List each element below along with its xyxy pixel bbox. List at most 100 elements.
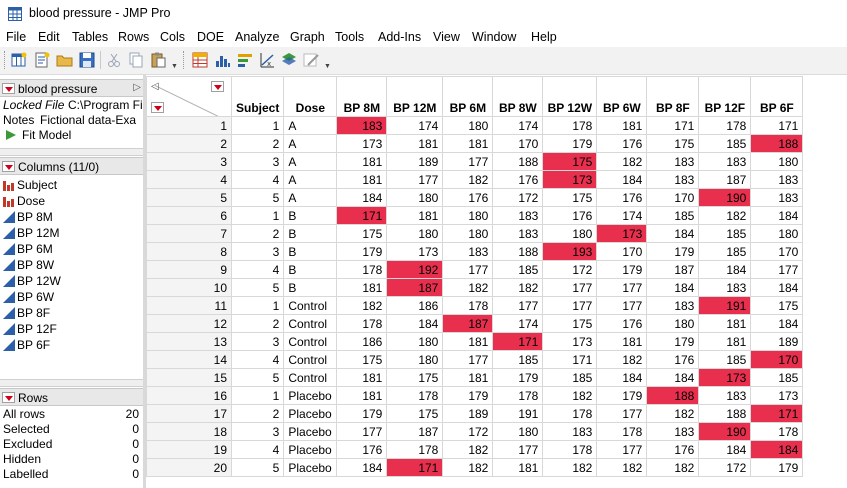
row-number[interactable]: 20 [146,458,232,477]
table-cell[interactable]: A [283,134,338,153]
table-cell[interactable]: 178 [750,422,804,441]
table-cell[interactable]: 178 [442,296,494,315]
table-cell[interactable]: 181 [596,332,648,351]
table-cell[interactable]: 170 [646,188,700,207]
table-cell[interactable]: 179 [750,458,804,477]
table-row[interactable]: 3 3 A 181 189 177 188 175 182 183 183 180 [146,152,804,171]
annotate-dropdown-icon[interactable]: ▼ [324,63,331,70]
table-cell[interactable]: 178 [698,116,752,135]
paste-icon[interactable] [149,51,167,69]
table-cell[interactable]: 180 [386,224,444,243]
table-row[interactable]: 10 5 B 181 187 182 182 177 177 184 183 184 [146,278,804,297]
row-number[interactable]: 5 [146,188,232,207]
cut-icon[interactable] [105,51,123,69]
row-number[interactable]: 9 [146,260,232,279]
table-row[interactable]: 4 4 A 181 177 182 176 173 184 183 187 183 [146,170,804,189]
table-cell[interactable]: Control [283,350,338,369]
menu-rows[interactable]: Rows [118,30,149,44]
table-cell[interactable]: 170 [492,134,544,153]
table-cell[interactable]: 176 [336,440,388,459]
row-number[interactable]: 16 [146,386,232,405]
table-cell[interactable]: 176 [492,170,544,189]
table-cell[interactable]: 181 [336,170,388,189]
grid-corner[interactable]: ◁ [146,76,232,117]
data-table-icon[interactable] [191,51,209,69]
table-cell[interactable]: 171 [542,350,598,369]
table-cell[interactable]: 176 [442,188,494,207]
panel-splitter[interactable] [0,148,143,156]
table-cell[interactable]: 175 [386,404,444,423]
table-cell[interactable]: 171 [386,458,444,477]
table-cell[interactable]: 186 [386,296,444,315]
table-cell[interactable]: 181 [336,386,388,405]
table-cell[interactable]: 185 [750,368,804,387]
save-icon[interactable] [78,51,96,69]
table-row[interactable]: 11 1 Control 182 186 178 177 177 177 183 191 175 [146,296,804,315]
table-cell[interactable]: 1 [230,386,285,405]
table-cell[interactable]: 177 [386,170,444,189]
table-cell[interactable]: A [283,152,338,171]
menu-view[interactable]: View [433,30,460,44]
table-cell[interactable]: 172 [442,422,494,441]
table-cell[interactable]: 173 [542,332,598,351]
table-cell[interactable]: A [283,170,338,189]
panel-splitter[interactable] [0,379,143,387]
table-cell[interactable]: 182 [442,170,494,189]
table-cell[interactable]: 175 [336,224,388,243]
column-header-dose[interactable]: Dose [283,76,338,117]
table-cell[interactable]: 175 [542,314,598,333]
table-cell[interactable]: 184 [646,368,700,387]
table-cell[interactable]: 189 [750,332,804,351]
row-number[interactable]: 18 [146,422,232,441]
table-cell[interactable]: 179 [336,404,388,423]
table-cell[interactable]: 183 [698,152,752,171]
table-cell[interactable]: 182 [442,440,494,459]
menu-cols[interactable]: Cols [160,30,185,44]
collapse-left-icon[interactable]: ◁ [151,81,159,92]
table-cell[interactable]: 175 [646,134,700,153]
table-cell[interactable]: 173 [386,242,444,261]
column-item[interactable]: BP 6W [0,290,143,306]
columns-red-triangle-icon[interactable] [2,161,15,172]
table-cell[interactable]: 184 [646,278,700,297]
table-cell[interactable]: 170 [750,350,804,369]
table-red-triangle-icon[interactable] [2,83,15,94]
table-cell[interactable]: 177 [596,440,648,459]
table-cell[interactable]: 182 [542,386,598,405]
table-cell[interactable]: 183 [646,296,700,315]
table-cell[interactable]: 181 [386,206,444,225]
rows-red-triangle-icon[interactable] [2,392,15,403]
table-cell[interactable]: 183 [750,170,804,189]
table-cell[interactable]: 180 [386,332,444,351]
table-row[interactable]: 9 4 B 178 192 177 185 172 179 187 184 177 [146,260,804,279]
table-cell[interactable]: 182 [336,296,388,315]
menu-edit[interactable]: Edit [38,30,60,44]
table-cell[interactable]: 184 [750,206,804,225]
table-cell[interactable]: 4 [230,260,285,279]
column-item[interactable]: BP 12W [0,274,143,290]
table-cell[interactable]: 179 [646,332,700,351]
table-cell[interactable]: Placebo [283,458,338,477]
table-cell[interactable]: 177 [336,422,388,441]
table-row[interactable]: 14 4 Control 175 180 177 185 171 182 176 185 170 [146,350,804,369]
table-cell[interactable]: 3 [230,332,285,351]
row-number[interactable]: 12 [146,314,232,333]
table-cell[interactable]: 187 [646,260,700,279]
table-cell[interactable]: 185 [492,350,544,369]
table-cell[interactable]: 171 [750,404,804,423]
menu-doe[interactable]: DOE [197,30,224,44]
table-cell[interactable]: 182 [596,458,648,477]
table-cell[interactable]: 183 [492,224,544,243]
table-cell[interactable]: 175 [542,152,598,171]
table-cell[interactable]: 185 [698,242,752,261]
row-number[interactable]: 3 [146,152,232,171]
table-cell[interactable]: 179 [542,134,598,153]
fit-y-by-x-icon[interactable] [236,51,254,69]
table-cell[interactable]: 174 [386,116,444,135]
table-cell[interactable]: 184 [750,440,804,459]
fit-model-icon[interactable]: x [258,51,276,69]
row-number[interactable]: 19 [146,440,232,459]
table-cell[interactable]: 177 [596,278,648,297]
table-cell[interactable]: 1 [230,206,285,225]
table-cell[interactable]: 170 [750,242,804,261]
